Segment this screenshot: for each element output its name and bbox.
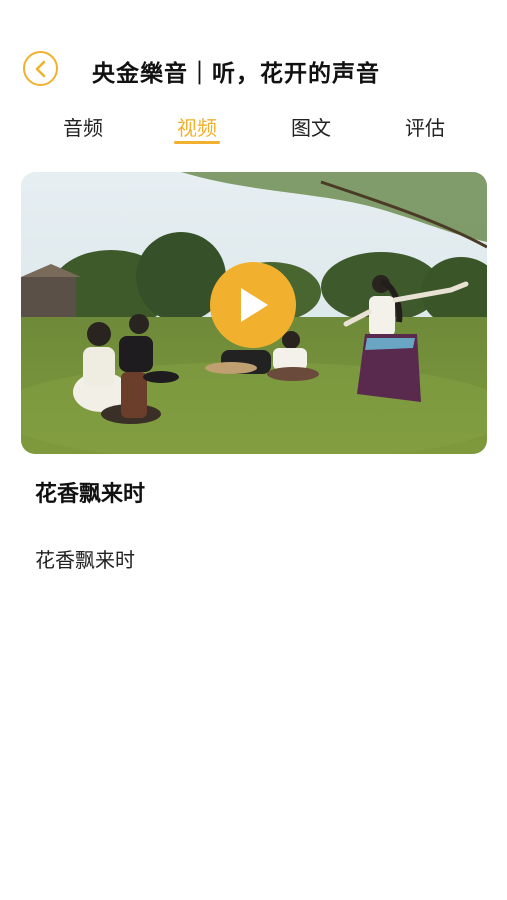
tab-video[interactable]: 视频 bbox=[177, 112, 217, 141]
video-description: 花香飘来时 bbox=[35, 548, 135, 572]
video-player[interactable] bbox=[21, 172, 487, 454]
active-tab-indicator bbox=[174, 141, 220, 144]
tab-evaluation[interactable]: 评估 bbox=[405, 112, 445, 141]
play-button[interactable] bbox=[210, 262, 296, 348]
header: 央金樂音｜听，花开的声音 bbox=[0, 40, 507, 98]
tab-audio[interactable]: 音频 bbox=[63, 112, 103, 141]
page-title: 央金樂音｜听，花开的声音 bbox=[92, 61, 380, 87]
play-icon bbox=[241, 288, 268, 322]
tab-graphic-text[interactable]: 图文 bbox=[291, 112, 331, 141]
tab-bar: 音频 视频 图文 评估 bbox=[0, 108, 507, 150]
chevron-left-icon bbox=[35, 60, 45, 77]
back-button[interactable] bbox=[23, 51, 58, 86]
video-title: 花香飘来时 bbox=[35, 482, 146, 507]
